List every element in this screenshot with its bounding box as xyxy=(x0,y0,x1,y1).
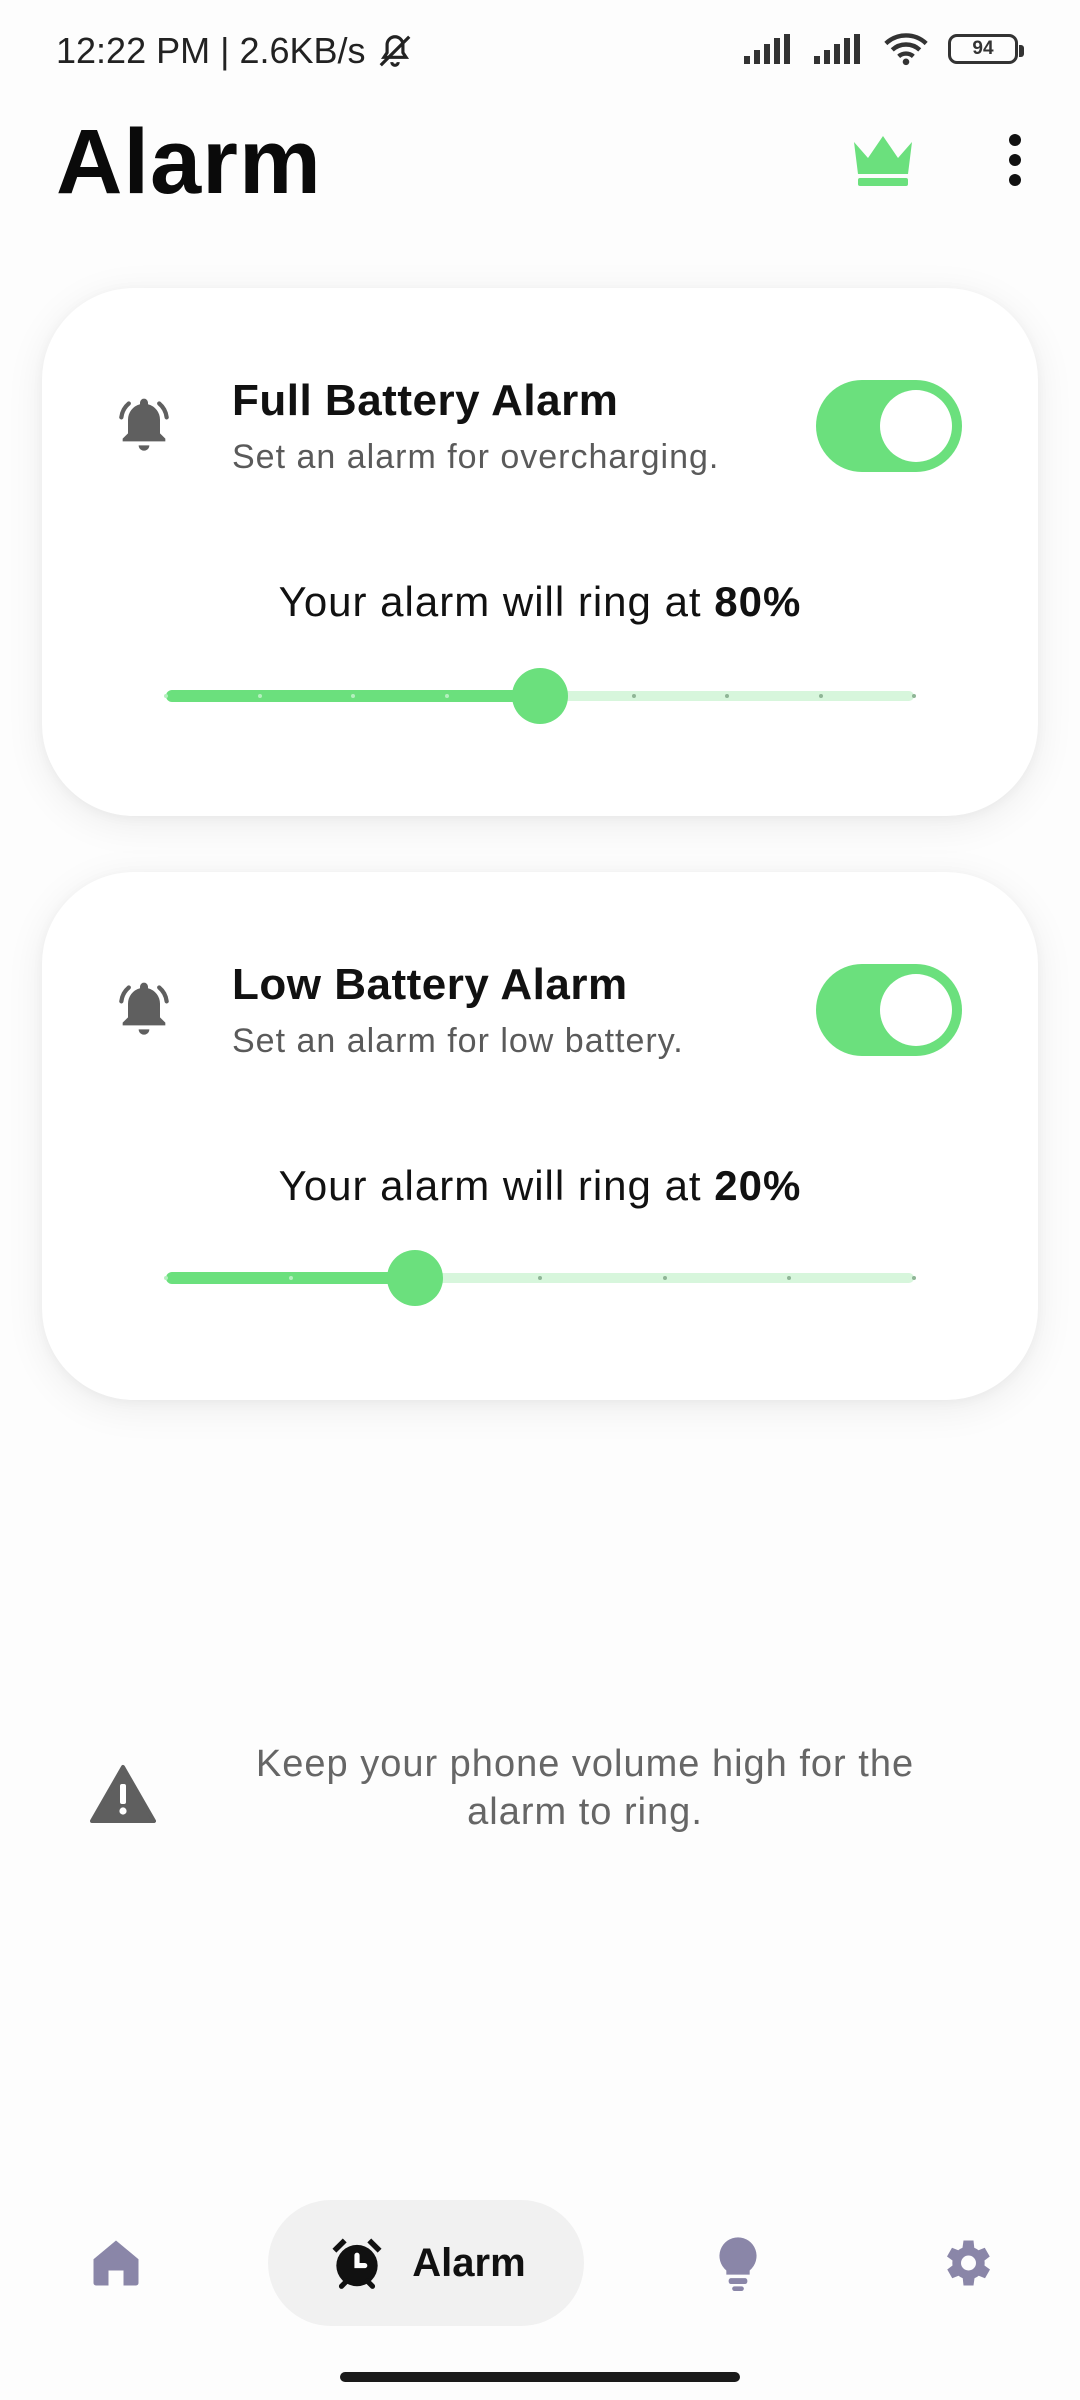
signal-icon xyxy=(744,34,790,64)
ring-prefix: Your alarm will ring at xyxy=(278,578,702,625)
slider-tick xyxy=(632,694,636,698)
ring-text: Your alarm will ring at 80% xyxy=(42,578,1038,626)
ring-value: 80% xyxy=(714,578,802,625)
volume-warning: Keep your phone volume high for the alar… xyxy=(0,1740,1080,1860)
status-right: 94 xyxy=(744,32,1024,66)
slider-tick xyxy=(912,694,916,698)
card-title: Full Battery Alarm xyxy=(232,376,619,425)
low-battery-slider[interactable] xyxy=(164,1246,916,1306)
slider-thumb[interactable] xyxy=(512,668,568,724)
slider-thumb[interactable] xyxy=(387,1250,443,1306)
battery-level: 94 xyxy=(972,38,994,59)
app-header: Alarm xyxy=(0,104,1080,224)
ring-prefix: Your alarm will ring at xyxy=(278,1162,702,1209)
nav-tips[interactable] xyxy=(696,2200,780,2326)
more-vert-icon[interactable] xyxy=(990,128,1040,192)
low-battery-alarm-toggle[interactable] xyxy=(816,964,962,1056)
warning-text: Keep your phone volume high for the alar… xyxy=(255,1743,915,1833)
slider-tick xyxy=(258,694,262,698)
bell-icon xyxy=(119,982,169,1035)
home-indicator xyxy=(340,2372,740,2382)
mute-bell-icon xyxy=(379,35,410,67)
alarm-clock-icon xyxy=(332,2238,382,2289)
slider-tick xyxy=(787,1276,791,1280)
full-battery-alarm-card: Full Battery Alarm Set an alarm for over… xyxy=(42,288,1038,816)
slider-tick xyxy=(164,694,168,698)
toggle-knob xyxy=(880,390,952,462)
status-time-speed: 12:22 PM | 2.6KB/s xyxy=(56,30,366,71)
page-title: Alarm xyxy=(56,111,322,213)
signal-icon xyxy=(814,34,860,64)
bell-icon xyxy=(119,398,169,451)
toggle-knob xyxy=(880,974,952,1046)
status-left: 12:22 PM | 2.6KB/s xyxy=(56,30,414,72)
crown-icon[interactable] xyxy=(850,130,916,188)
nav-settings[interactable] xyxy=(924,2200,1008,2326)
card-subtitle: Set an alarm for low battery. xyxy=(232,1022,684,1060)
card-title: Low Battery Alarm xyxy=(232,960,628,1009)
slider-tick xyxy=(725,694,729,698)
slider-tick xyxy=(912,1276,916,1280)
low-battery-alarm-card: Low Battery Alarm Set an alarm for low b… xyxy=(42,872,1038,1400)
bottom-nav: Alarm xyxy=(0,2200,1080,2330)
status-bar: 12:22 PM | 2.6KB/s 94 xyxy=(0,0,1080,104)
nav-alarm[interactable]: Alarm xyxy=(268,2200,584,2326)
full-battery-slider[interactable] xyxy=(164,664,916,724)
slider-tick xyxy=(351,694,355,698)
slider-tick xyxy=(538,1276,542,1280)
nav-home[interactable] xyxy=(74,2200,158,2326)
full-battery-alarm-toggle[interactable] xyxy=(816,380,962,472)
warning-icon xyxy=(90,1765,156,1823)
slider-tick xyxy=(663,1276,667,1280)
ring-value: 20% xyxy=(714,1162,802,1209)
slider-tick xyxy=(819,694,823,698)
gear-icon xyxy=(947,2240,990,2286)
home-icon xyxy=(93,2240,139,2286)
card-subtitle: Set an alarm for overcharging. xyxy=(232,438,720,476)
battery-icon: 94 xyxy=(948,34,1024,64)
slider-tick xyxy=(445,694,449,698)
wifi-icon xyxy=(884,33,928,66)
slider-tick xyxy=(289,1276,293,1280)
nav-alarm-label: Alarm xyxy=(412,2240,526,2285)
lightbulb-icon xyxy=(719,2237,757,2291)
slider-tick xyxy=(164,1276,168,1280)
ring-text: Your alarm will ring at 20% xyxy=(42,1162,1038,1210)
